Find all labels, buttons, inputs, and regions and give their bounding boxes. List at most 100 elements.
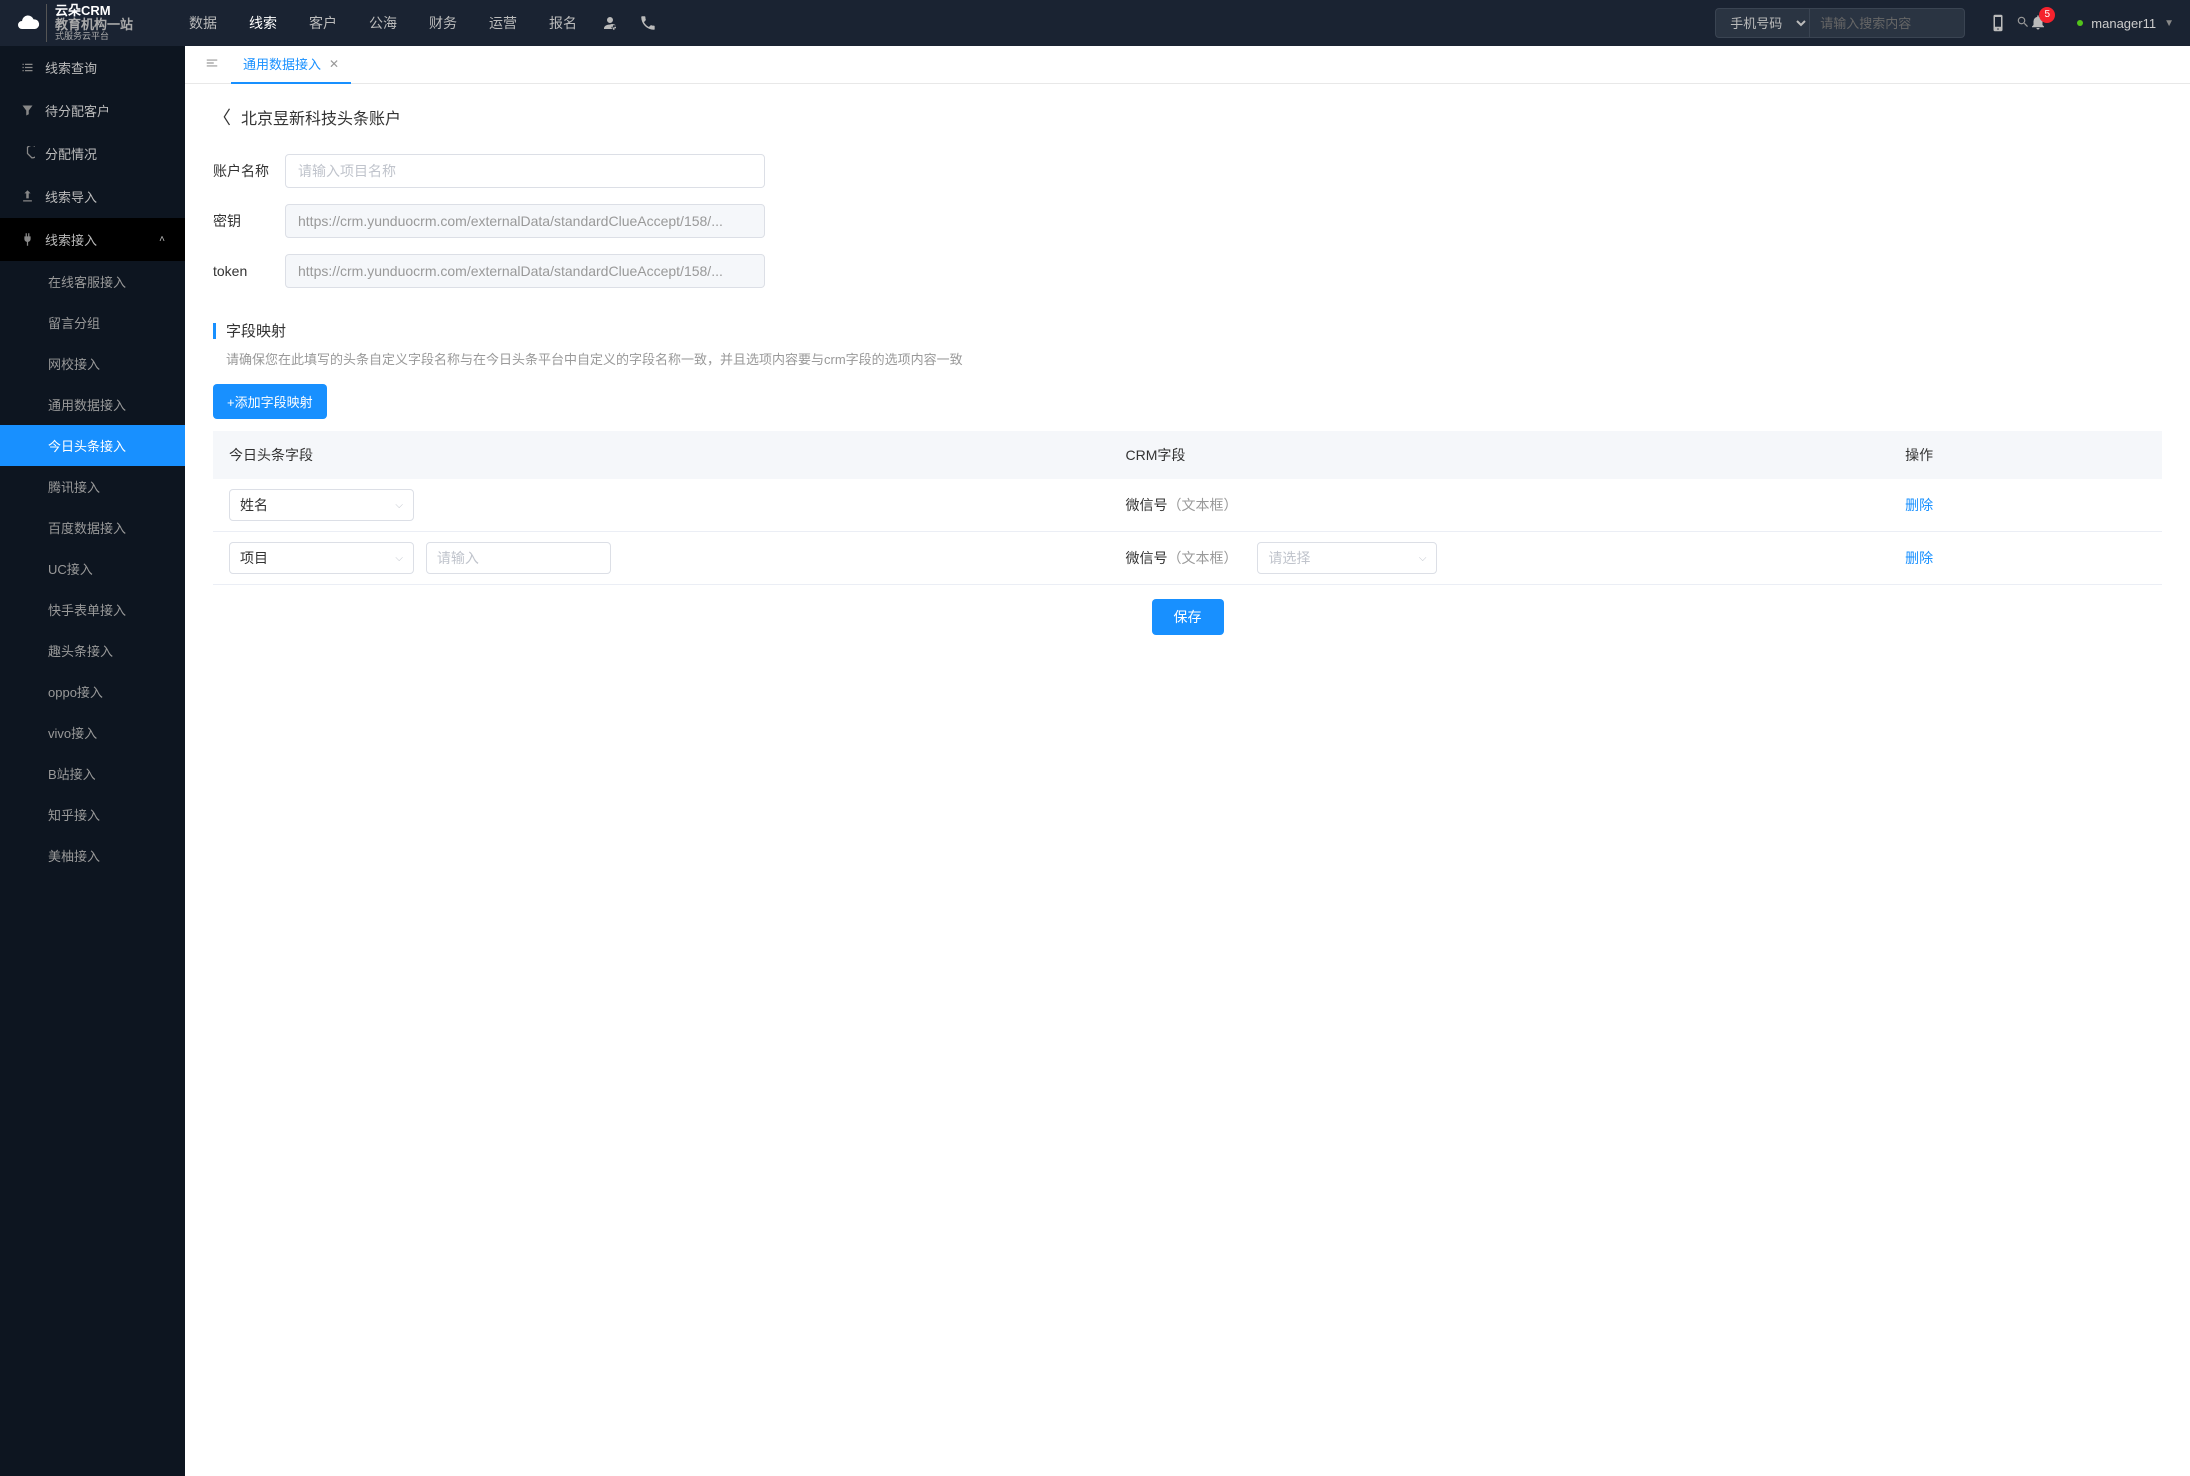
- sidebar-sub-UC接入[interactable]: UC接入: [0, 548, 185, 589]
- crm-field-hint: （文本框）: [1168, 497, 1238, 513]
- sidebar-item-线索查询[interactable]: 线索查询: [0, 46, 185, 89]
- label-token: token: [213, 263, 285, 279]
- nav-报名[interactable]: 报名: [549, 13, 577, 33]
- sidebar-item-线索导入[interactable]: 线索导入: [0, 175, 185, 218]
- input-account-name[interactable]: [285, 154, 765, 188]
- nav-线索[interactable]: 线索: [249, 13, 277, 33]
- crm-field-label: 微信号: [1126, 497, 1168, 513]
- close-icon[interactable]: ✕: [329, 57, 339, 71]
- nav-数据[interactable]: 数据: [189, 13, 217, 33]
- chevron-down-icon: ⌵: [395, 553, 403, 564]
- form-row-token: token: [213, 254, 2162, 288]
- logo-sub: 教育机构一站式服务云平台: [55, 18, 133, 42]
- nav-财务[interactable]: 财务: [429, 13, 457, 33]
- tab-label: 通用数据接入: [243, 54, 321, 73]
- section-header: 字段映射: [213, 320, 2162, 341]
- form-row-name: 账户名称: [213, 154, 2162, 188]
- nav-运营[interactable]: 运营: [489, 13, 517, 33]
- sidebar-sub-vivo接入[interactable]: vivo接入: [0, 712, 185, 753]
- main: 通用数据接入 ✕ 〈 北京昱新科技头条账户 账户名称 密钥 token: [185, 46, 2190, 1476]
- section-bar: [213, 323, 216, 339]
- upload-icon: [20, 189, 35, 204]
- nav-客户[interactable]: 客户: [309, 13, 337, 33]
- delete-link[interactable]: 删除: [1905, 550, 1933, 566]
- menu-fold-icon: [205, 56, 219, 70]
- mapping-table: 今日头条字段 CRM字段 操作 姓名⌵微信号（文本框）删除项目⌵ 微信号（文本框…: [213, 431, 2162, 585]
- sidebar-sub-oppo接入[interactable]: oppo接入: [0, 671, 185, 712]
- sidebar-sub-今日头条接入[interactable]: 今日头条接入: [0, 425, 185, 466]
- status-dot: [2077, 20, 2083, 26]
- footer: 保存: [213, 585, 2162, 649]
- sidebar-sub-知乎接入[interactable]: 知乎接入: [0, 794, 185, 835]
- mobile-icon[interactable]: [1989, 14, 2007, 32]
- input-secret[interactable]: [285, 204, 765, 238]
- th-toutiao-field: 今日头条字段: [213, 431, 1110, 479]
- sidebar-sub-美柚接入[interactable]: 美柚接入: [0, 835, 185, 876]
- save-button[interactable]: 保存: [1152, 599, 1224, 635]
- field-input[interactable]: [426, 542, 611, 574]
- nav-公海[interactable]: 公海: [369, 13, 397, 33]
- section-title: 字段映射: [226, 320, 286, 341]
- delete-link[interactable]: 删除: [1905, 497, 1933, 513]
- sidebar-sub-百度数据接入[interactable]: 百度数据接入: [0, 507, 185, 548]
- table-row: 项目⌵ 微信号（文本框） 请选择⌵ 删除: [213, 532, 2162, 585]
- sidebar-sub-通用数据接入[interactable]: 通用数据接入: [0, 384, 185, 425]
- pie-icon: [20, 146, 35, 161]
- sidebar-sub-快手表单接入[interactable]: 快手表单接入: [0, 589, 185, 630]
- sidebar-sub-在线客服接入[interactable]: 在线客服接入: [0, 261, 185, 302]
- tab-collapse-toggle[interactable]: [193, 56, 231, 73]
- search-input[interactable]: [1810, 16, 2006, 31]
- sidebar-sub-B站接入[interactable]: B站接入: [0, 753, 185, 794]
- top-bar: 云朵CRM 教育机构一站式服务云平台 数据 线索 客户 公海 财务 运营 报名 手机号码 5…: [0, 0, 2190, 46]
- chevron-icon: ˄: [159, 234, 165, 245]
- table-row: 姓名⌵ 微信号（文本框） 删除: [213, 479, 2162, 532]
- label-secret: 密钥: [213, 211, 285, 231]
- filter-icon: [20, 103, 35, 118]
- label-account-name: 账户名称: [213, 161, 285, 181]
- list-icon: [20, 60, 35, 75]
- username: manager11: [2091, 16, 2156, 31]
- user-add-icon[interactable]: [601, 14, 619, 32]
- th-crm-field: CRM字段: [1110, 431, 1890, 479]
- sidebar-sub-网校接入[interactable]: 网校接入: [0, 343, 185, 384]
- search-box: 手机号码: [1715, 8, 1965, 38]
- page-header: 〈 北京昱新科技头条账户: [213, 104, 2162, 130]
- tab-active[interactable]: 通用数据接入 ✕: [231, 46, 351, 84]
- sidebar: 线索查询待分配客户分配情况线索导入线索接入˄在线客服接入留言分组网校接入通用数据…: [0, 46, 185, 1476]
- sidebar-sub-趣头条接入[interactable]: 趣头条接入: [0, 630, 185, 671]
- cloud-icon: [16, 11, 40, 35]
- plug-icon: [20, 232, 35, 247]
- sidebar-item-待分配客户[interactable]: 待分配客户: [0, 89, 185, 132]
- user-menu[interactable]: manager11 ▼: [2077, 16, 2174, 31]
- section-desc: 请确保您在此填写的头条自定义字段名称与在今日头条平台中自定义的字段名称一致，并且…: [213, 349, 2162, 368]
- add-mapping-button[interactable]: +添加字段映射: [213, 384, 327, 419]
- input-token[interactable]: [285, 254, 765, 288]
- top-icons: [601, 14, 657, 32]
- sidebar-item-分配情况[interactable]: 分配情况: [0, 132, 185, 175]
- right-icons: 5 manager11 ▼: [1989, 13, 2174, 34]
- chevron-down-icon: ▼: [2164, 18, 2174, 29]
- phone-icon[interactable]: [639, 14, 657, 32]
- tab-bar: 通用数据接入 ✕: [185, 46, 2190, 84]
- crm-field-label: 微信号: [1126, 550, 1168, 566]
- search-type-select[interactable]: 手机号码: [1716, 9, 1810, 37]
- notification-badge: 5: [2039, 7, 2055, 23]
- form-row-secret: 密钥: [213, 204, 2162, 238]
- content: 〈 北京昱新科技头条账户 账户名称 密钥 token 字段映射 请确保您在此填写…: [185, 84, 2190, 1476]
- sidebar-sub-腾讯接入[interactable]: 腾讯接入: [0, 466, 185, 507]
- sidebar-item-线索接入[interactable]: 线索接入˄: [0, 218, 185, 261]
- chevron-down-icon: ⌵: [395, 500, 403, 511]
- field-select[interactable]: 姓名⌵: [229, 489, 414, 521]
- logo-brand: 云朵CRM: [55, 4, 133, 18]
- th-action: 操作: [1889, 431, 2162, 479]
- notifications[interactable]: 5: [2029, 13, 2047, 34]
- page-title: 北京昱新科技头条账户: [241, 105, 401, 129]
- field-select[interactable]: 项目⌵: [229, 542, 414, 574]
- logo[interactable]: 云朵CRM 教育机构一站式服务云平台: [16, 4, 149, 42]
- chevron-down-icon: ⌵: [1419, 553, 1427, 564]
- nav-menu: 数据 线索 客户 公海 财务 运营 报名: [189, 13, 577, 33]
- crm-select[interactable]: 请选择⌵: [1257, 542, 1437, 574]
- sidebar-sub-留言分组[interactable]: 留言分组: [0, 302, 185, 343]
- back-button[interactable]: 〈: [213, 104, 231, 130]
- crm-field-hint: （文本框）: [1168, 550, 1238, 566]
